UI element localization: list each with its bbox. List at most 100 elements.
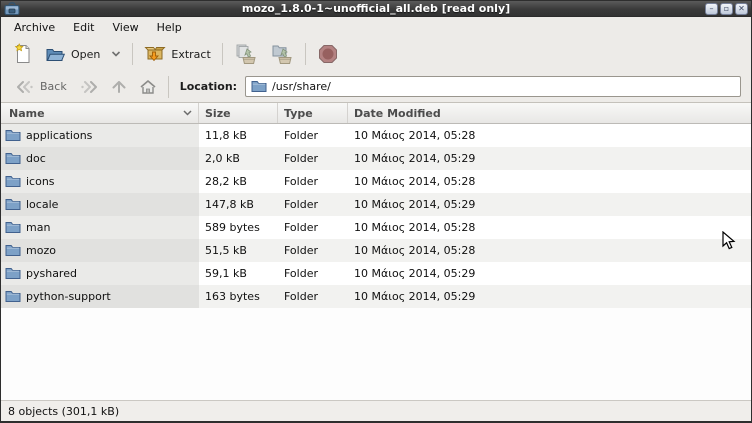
folder-icon — [5, 129, 21, 142]
table-row[interactable]: doc 2,0 kBFolder10 Μάιος 2014, 05:29 — [1, 147, 751, 170]
row-type: Folder — [278, 216, 348, 239]
add-files-button[interactable] — [228, 39, 264, 69]
folder-icon — [5, 244, 21, 257]
row-size: 2,0 kB — [199, 147, 278, 170]
row-name-cell[interactable]: applications — [1, 124, 199, 147]
menu-help[interactable]: Help — [148, 17, 191, 37]
navbar-separator — [168, 76, 169, 98]
navigation-bar: Back Location: — [1, 71, 751, 103]
archive-app-icon — [4, 2, 20, 15]
toolbar: Open Extract — [1, 37, 751, 71]
row-name-cell[interactable]: locale — [1, 193, 199, 216]
maximize-button[interactable]: ▫ — [720, 3, 733, 15]
new-archive-icon — [13, 43, 33, 65]
column-header-size[interactable]: Size — [199, 103, 278, 123]
row-size: 147,8 kB — [199, 193, 278, 216]
table-header: Name Size Type Date Modified — [1, 103, 751, 124]
menu-view[interactable]: View — [103, 17, 147, 37]
row-name-cell[interactable]: icons — [1, 170, 199, 193]
column-header-name-label: Name — [9, 107, 45, 120]
titlebar[interactable]: mozo_1.8.0-1~unofficial_all.deb [read on… — [1, 1, 751, 17]
row-name: doc — [26, 152, 46, 165]
row-name: icons — [26, 175, 55, 188]
new-archive-button[interactable] — [7, 39, 39, 69]
folder-icon — [5, 290, 21, 303]
table-row[interactable]: man589 bytesFolder10 Μάιος 2014, 05:28 — [1, 216, 751, 239]
row-date: 10 Μάιος 2014, 05:28 — [348, 170, 751, 193]
row-name-cell[interactable]: python-support — [1, 285, 199, 308]
table-row[interactable]: pyshared59,1 kBFolder10 Μάιος 2014, 05:2… — [1, 262, 751, 285]
table-row[interactable]: applications11,8 kBFolder10 Μάιος 2014, … — [1, 124, 751, 147]
folder-icon — [5, 221, 21, 234]
row-name: mozo — [26, 244, 56, 257]
row-date: 10 Μάιος 2014, 05:29 — [348, 262, 751, 285]
back-icon — [15, 80, 35, 94]
folder-icon — [251, 80, 267, 93]
table-row[interactable]: locale147,8 kBFolder10 Μάιος 2014, 05:29 — [1, 193, 751, 216]
row-size: 51,5 kB — [199, 239, 278, 262]
folder-icon — [5, 198, 21, 211]
extract-button-label: Extract — [171, 48, 210, 61]
row-size: 28,2 kB — [199, 170, 278, 193]
toolbar-separator — [305, 43, 306, 65]
row-date: 10 Μάιος 2014, 05:29 — [348, 285, 751, 308]
file-list: Name Size Type Date Modified application… — [1, 103, 751, 400]
open-button[interactable]: Open — [39, 42, 127, 67]
location-input[interactable] — [272, 80, 735, 93]
row-name: applications — [26, 129, 92, 142]
row-type: Folder — [278, 147, 348, 170]
home-icon — [139, 79, 157, 95]
up-icon — [111, 79, 127, 95]
extract-button[interactable]: Extract — [138, 41, 216, 67]
table-row[interactable]: python-support 163 bytesFolder10 Μάιος 20… — [1, 285, 751, 308]
row-name-cell[interactable]: pyshared — [1, 262, 199, 285]
stop-button[interactable] — [311, 39, 345, 69]
row-date: 10 Μάιος 2014, 05:28 — [348, 124, 751, 147]
row-name: python-support — [26, 290, 111, 303]
back-button[interactable]: Back — [9, 77, 73, 97]
row-size: 163 bytes — [199, 285, 278, 308]
up-button[interactable] — [105, 76, 133, 98]
open-folder-icon — [45, 46, 66, 63]
table-body: applications11,8 kBFolder10 Μάιος 2014, … — [1, 124, 751, 308]
row-name-cell[interactable]: mozo — [1, 239, 199, 262]
add-files-icon — [234, 43, 258, 65]
menu-edit[interactable]: Edit — [64, 17, 103, 37]
table-row[interactable]: mozo51,5 kBFolder10 Μάιος 2014, 05:28 — [1, 239, 751, 262]
row-size: 11,8 kB — [199, 124, 278, 147]
minimize-button[interactable]: – — [705, 3, 718, 15]
forward-icon — [79, 80, 99, 94]
row-size: 59,1 kB — [199, 262, 278, 285]
statusbar: 8 objects (301,1 kB) — [1, 400, 751, 421]
back-button-label: Back — [40, 80, 67, 93]
column-header-type[interactable]: Type — [278, 103, 348, 123]
row-date: 10 Μάιος 2014, 05:28 — [348, 216, 751, 239]
stop-icon — [317, 43, 339, 65]
table-row[interactable]: icons28,2 kBFolder10 Μάιος 2014, 05:28 — [1, 170, 751, 193]
folder-icon — [5, 267, 21, 280]
add-folder-icon — [270, 43, 294, 65]
close-button[interactable]: ✕ — [735, 3, 748, 15]
menu-archive[interactable]: Archive — [5, 17, 64, 37]
row-type: Folder — [278, 285, 348, 308]
row-name: locale — [26, 198, 58, 211]
add-folder-button[interactable] — [264, 39, 300, 69]
column-header-date-modified[interactable]: Date Modified — [348, 103, 751, 123]
folder-icon — [5, 175, 21, 188]
open-button-label: Open — [71, 48, 100, 61]
row-date: 10 Μάιος 2014, 05:29 — [348, 147, 751, 170]
forward-button[interactable] — [73, 77, 105, 97]
window-title: mozo_1.8.0-1~unofficial_all.deb [read on… — [1, 1, 751, 17]
row-type: Folder — [278, 193, 348, 216]
row-type: Folder — [278, 262, 348, 285]
column-header-name[interactable]: Name — [1, 103, 199, 123]
row-name-cell[interactable]: man — [1, 216, 199, 239]
row-size: 589 bytes — [199, 216, 278, 239]
row-type: Folder — [278, 239, 348, 262]
location-entry[interactable] — [245, 76, 741, 97]
home-button[interactable] — [133, 76, 163, 98]
chevron-down-icon — [111, 51, 121, 57]
row-name-cell[interactable]: doc — [1, 147, 199, 170]
folder-icon — [5, 152, 21, 165]
location-label: Location: — [180, 80, 237, 93]
